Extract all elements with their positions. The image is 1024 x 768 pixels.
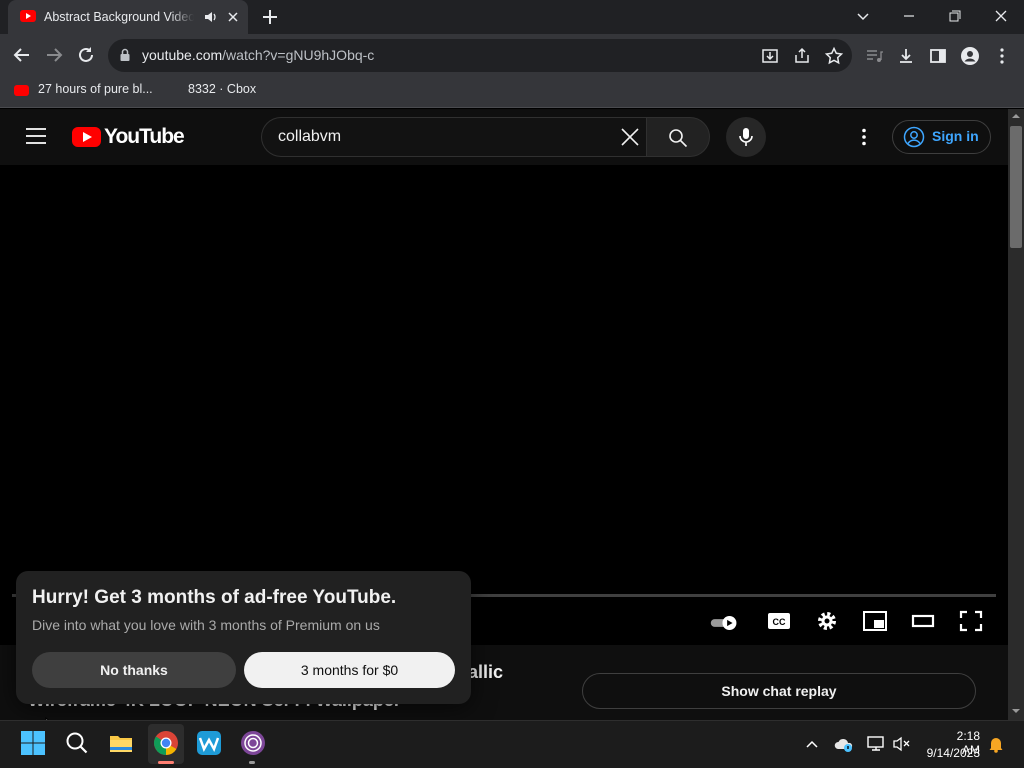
chrome-icon[interactable] (153, 730, 179, 756)
tor-browser-icon[interactable] (240, 730, 266, 756)
settings-kebab-icon[interactable] (854, 127, 874, 147)
accept-offer-button[interactable]: 3 months for $0 (244, 652, 455, 688)
promo-title: Hurry! Get 3 months of ad-free YouTube. (32, 587, 397, 608)
taskbar-search-icon[interactable] (64, 730, 90, 756)
close-window-icon[interactable] (990, 6, 1012, 26)
taskbar-date[interactable]: 9/14/2023 (922, 746, 980, 760)
voice-search-button[interactable] (726, 117, 766, 157)
file-explorer-icon[interactable] (108, 730, 134, 756)
tab-title: Abstract Background Video 4K (44, 10, 194, 24)
bookmark-item[interactable]: 27 hours of pure bl... (38, 82, 153, 96)
windows-start-icon[interactable] (20, 730, 46, 756)
share-icon[interactable] (792, 46, 812, 66)
search-icon (669, 129, 688, 148)
autoplay-toggle-icon[interactable] (710, 610, 738, 636)
url-text[interactable]: youtube.com/watch?v=gNU9hJObq-c (142, 47, 374, 63)
kebab-menu-icon[interactable] (992, 46, 1012, 66)
install-app-icon[interactable] (760, 46, 780, 66)
active-app-indicator (158, 761, 174, 764)
scroll-thumb[interactable] (1010, 126, 1022, 248)
profile-icon[interactable] (960, 46, 980, 66)
back-arrow-icon[interactable] (10, 43, 34, 67)
search-button[interactable] (646, 117, 710, 157)
promo-body: Dive into what you love with 3 months of… (32, 617, 380, 633)
youtube-logo-text[interactable]: YouTube (104, 125, 185, 149)
scroll-down-icon[interactable] (1011, 707, 1021, 715)
side-panel-icon[interactable] (928, 46, 948, 66)
restore-icon[interactable] (944, 6, 966, 26)
search-input-value[interactable]: collabvm (278, 128, 341, 146)
chevron-down-icon[interactable] (852, 6, 874, 26)
browser-tab[interactable]: Abstract Background Video 4K (8, 0, 248, 34)
sign-in-label[interactable]: Sign in (932, 128, 979, 144)
no-thanks-button[interactable]: No thanks (32, 652, 236, 688)
network-icon[interactable] (866, 735, 886, 753)
clear-search-icon[interactable] (619, 126, 641, 148)
reload-icon[interactable] (74, 43, 98, 67)
scroll-up-icon[interactable] (1011, 112, 1021, 120)
svg-text:CC: CC (773, 617, 786, 627)
onedrive-icon[interactable] (834, 735, 854, 753)
writing-app-icon[interactable] (196, 730, 222, 756)
speaker-icon[interactable] (204, 10, 218, 24)
theater-mode-icon[interactable] (909, 608, 937, 634)
notification-bell-icon[interactable] (988, 735, 1004, 753)
microphone-icon (739, 128, 753, 146)
youtube-favicon-icon (20, 10, 36, 22)
volume-muted-icon[interactable] (892, 735, 912, 753)
close-tab-icon[interactable] (224, 8, 242, 26)
star-icon[interactable] (824, 46, 844, 66)
lock-icon[interactable] (119, 48, 131, 62)
miniplayer-icon[interactable] (861, 608, 889, 634)
media-control-icon[interactable] (864, 46, 884, 66)
captions-icon[interactable]: CC (765, 608, 793, 634)
bookmarks-bar (0, 76, 1024, 108)
new-tab-icon[interactable] (260, 7, 280, 27)
fullscreen-icon[interactable] (957, 608, 985, 634)
settings-gear-icon[interactable] (813, 608, 841, 634)
youtube-bookmark-icon[interactable] (14, 85, 29, 96)
forward-arrow-icon[interactable] (42, 43, 66, 67)
youtube-logo-icon[interactable] (72, 127, 101, 147)
url-host: youtube.com (142, 47, 223, 63)
download-icon[interactable] (896, 46, 916, 66)
running-app-indicator (249, 761, 255, 764)
bookmark-item[interactable]: 8332 · Cbox (188, 82, 256, 96)
url-path: /watch?v=gNU9hJObq-c (222, 47, 375, 63)
hamburger-menu-icon[interactable] (26, 127, 46, 145)
show-chat-replay-button[interactable]: Show chat replay (582, 673, 976, 709)
minimize-icon[interactable] (898, 6, 920, 26)
show-hidden-icons-chevron-icon[interactable] (804, 736, 820, 752)
account-circle-icon (903, 126, 925, 148)
